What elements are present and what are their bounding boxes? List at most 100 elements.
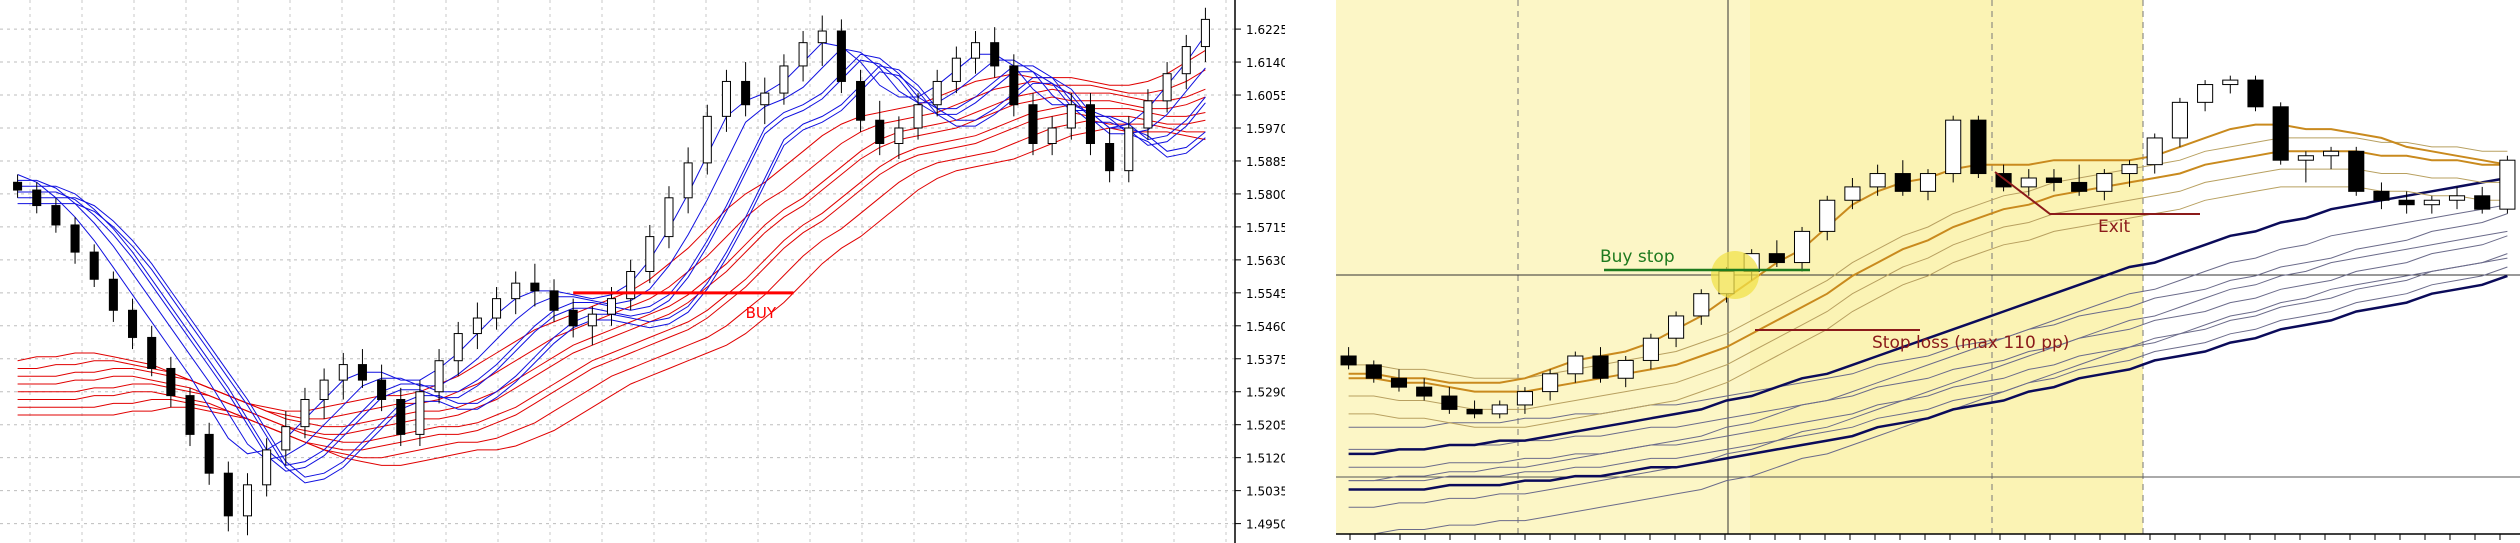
left-y-tick-label: 1.5970 — [1246, 122, 1288, 136]
left-candle-body — [702, 115, 712, 164]
left-candle-body — [1047, 127, 1057, 145]
left-candle-body — [434, 360, 444, 393]
left-candle-body — [970, 42, 981, 59]
left-y-tick-label: 1.5630 — [1246, 254, 1288, 268]
buy-label: BUY — [746, 304, 777, 322]
right-candle-body — [1516, 391, 1533, 406]
left-candle-body — [721, 80, 731, 117]
left-chart-y-axis: 1.6225 1.6140 1.6055 1.5970 1.5885 1.5800 1.57… — [1235, 23, 1288, 532]
left-y-tick-label: 1.5375 — [1246, 353, 1288, 367]
left-candle-body — [166, 367, 176, 397]
left-candle-body — [128, 309, 138, 338]
left-candle-body — [587, 313, 597, 327]
right-candle-body — [1567, 355, 1584, 375]
left-candle-body — [32, 189, 42, 207]
right-candle-body — [1844, 186, 1861, 201]
left-candle-body — [185, 395, 195, 435]
left-candle-body — [683, 162, 693, 199]
right-candle-body — [1693, 293, 1710, 317]
panel-gap — [1285, 0, 1336, 543]
right-candle-body — [1542, 373, 1559, 393]
right-candle-body — [1466, 408, 1483, 415]
left-y-tick-label: 1.5120 — [1246, 452, 1288, 466]
right-candle-body — [2323, 150, 2340, 157]
right-candle-body — [1919, 173, 1937, 192]
left-candle-body — [645, 236, 655, 272]
left-candle-body — [511, 282, 521, 300]
left-candle-body — [932, 80, 942, 106]
left-candle-body — [1028, 104, 1038, 145]
left-candle-body — [990, 42, 1000, 67]
right-candle-body — [1340, 355, 1357, 366]
left-y-tick-label: 1.5800 — [1246, 188, 1288, 202]
left-y-tick-label: 1.5290 — [1246, 386, 1288, 400]
left-candle-body — [856, 80, 866, 121]
chart-composite: BUY 1.6225 1.6140 1.6055 1.5970 1.5885 1.5800… — [0, 0, 2520, 543]
left-candle-body — [1181, 46, 1191, 75]
left-candle-body — [492, 298, 502, 319]
left-y-tick-label: 1.4950 — [1246, 518, 1288, 532]
left-candle-body — [760, 92, 770, 106]
right-candle-body — [2247, 79, 2264, 108]
right-candle-body — [2373, 190, 2390, 201]
right-candle-body — [1491, 404, 1508, 415]
left-candle-body — [396, 398, 406, 435]
right-candle-body — [2146, 137, 2163, 166]
left-candle-body — [223, 472, 233, 517]
left-candle-body — [549, 290, 559, 311]
right-candle-body — [1668, 315, 1685, 339]
left-candle-body — [300, 398, 310, 428]
right-candle-body — [1441, 395, 1458, 410]
left-candle-body — [89, 251, 99, 280]
left-candle-body — [568, 309, 578, 327]
left-candle-body — [319, 379, 329, 400]
left-candle-body — [453, 333, 463, 362]
right-candle-body — [2297, 155, 2314, 161]
right-candle-body — [2121, 164, 2138, 175]
left-candle-body — [262, 449, 272, 486]
left-candle-body — [606, 298, 617, 315]
right-candle-body — [2474, 195, 2491, 210]
left-candle-body — [664, 197, 674, 238]
left-y-tick-label: 1.5545 — [1246, 287, 1288, 301]
stop-loss-label: Stop loss (max 110 pp) — [1872, 333, 2069, 353]
right-candle-body — [1416, 386, 1433, 397]
left-candle-body — [281, 426, 291, 451]
left-candle-body — [951, 57, 961, 82]
entry-highlight-circle — [1711, 251, 1759, 299]
right-candle-body — [1869, 173, 1886, 188]
left-candle-body — [913, 104, 923, 129]
left-candle-body — [472, 317, 482, 335]
left-candle-body — [875, 119, 885, 145]
right-candle-body — [1894, 173, 1911, 192]
left-candle-body — [108, 278, 118, 311]
right-candle-body — [1365, 364, 1382, 379]
left-candle-body — [1066, 104, 1076, 129]
left-candle-body — [338, 364, 348, 381]
left-candle-body — [1105, 143, 1115, 172]
left-candle-body — [377, 379, 387, 400]
left-candle-body — [13, 181, 23, 191]
left-candle-body — [530, 282, 540, 292]
right-candle-body — [2045, 177, 2063, 183]
right-chart: Buy stop Stop loss (max 110 pp) Exit — [1336, 0, 2520, 543]
left-candle-body — [1124, 127, 1134, 172]
left-candle-body — [1085, 104, 1095, 145]
left-y-tick-label: 1.5885 — [1246, 155, 1288, 169]
right-candle-body — [1945, 119, 1962, 175]
left-y-tick-label: 1.5460 — [1246, 320, 1288, 334]
left-candle-body — [242, 484, 253, 517]
right-candle-body — [1642, 337, 1659, 361]
right-candle-body — [2348, 150, 2365, 192]
left-candle-body — [147, 336, 157, 369]
right-candle-body — [1390, 377, 1408, 388]
left-y-tick-label: 1.5715 — [1246, 221, 1288, 235]
left-candle-body — [1162, 73, 1172, 102]
right-candle-body — [2272, 106, 2289, 161]
left-candle-body — [1009, 65, 1019, 106]
left-candle-body — [1143, 100, 1153, 129]
left-candle-body — [779, 65, 789, 94]
left-candle-body — [357, 364, 367, 381]
left-candle-body — [741, 80, 751, 106]
left-y-tick-label: 1.6140 — [1246, 56, 1288, 70]
